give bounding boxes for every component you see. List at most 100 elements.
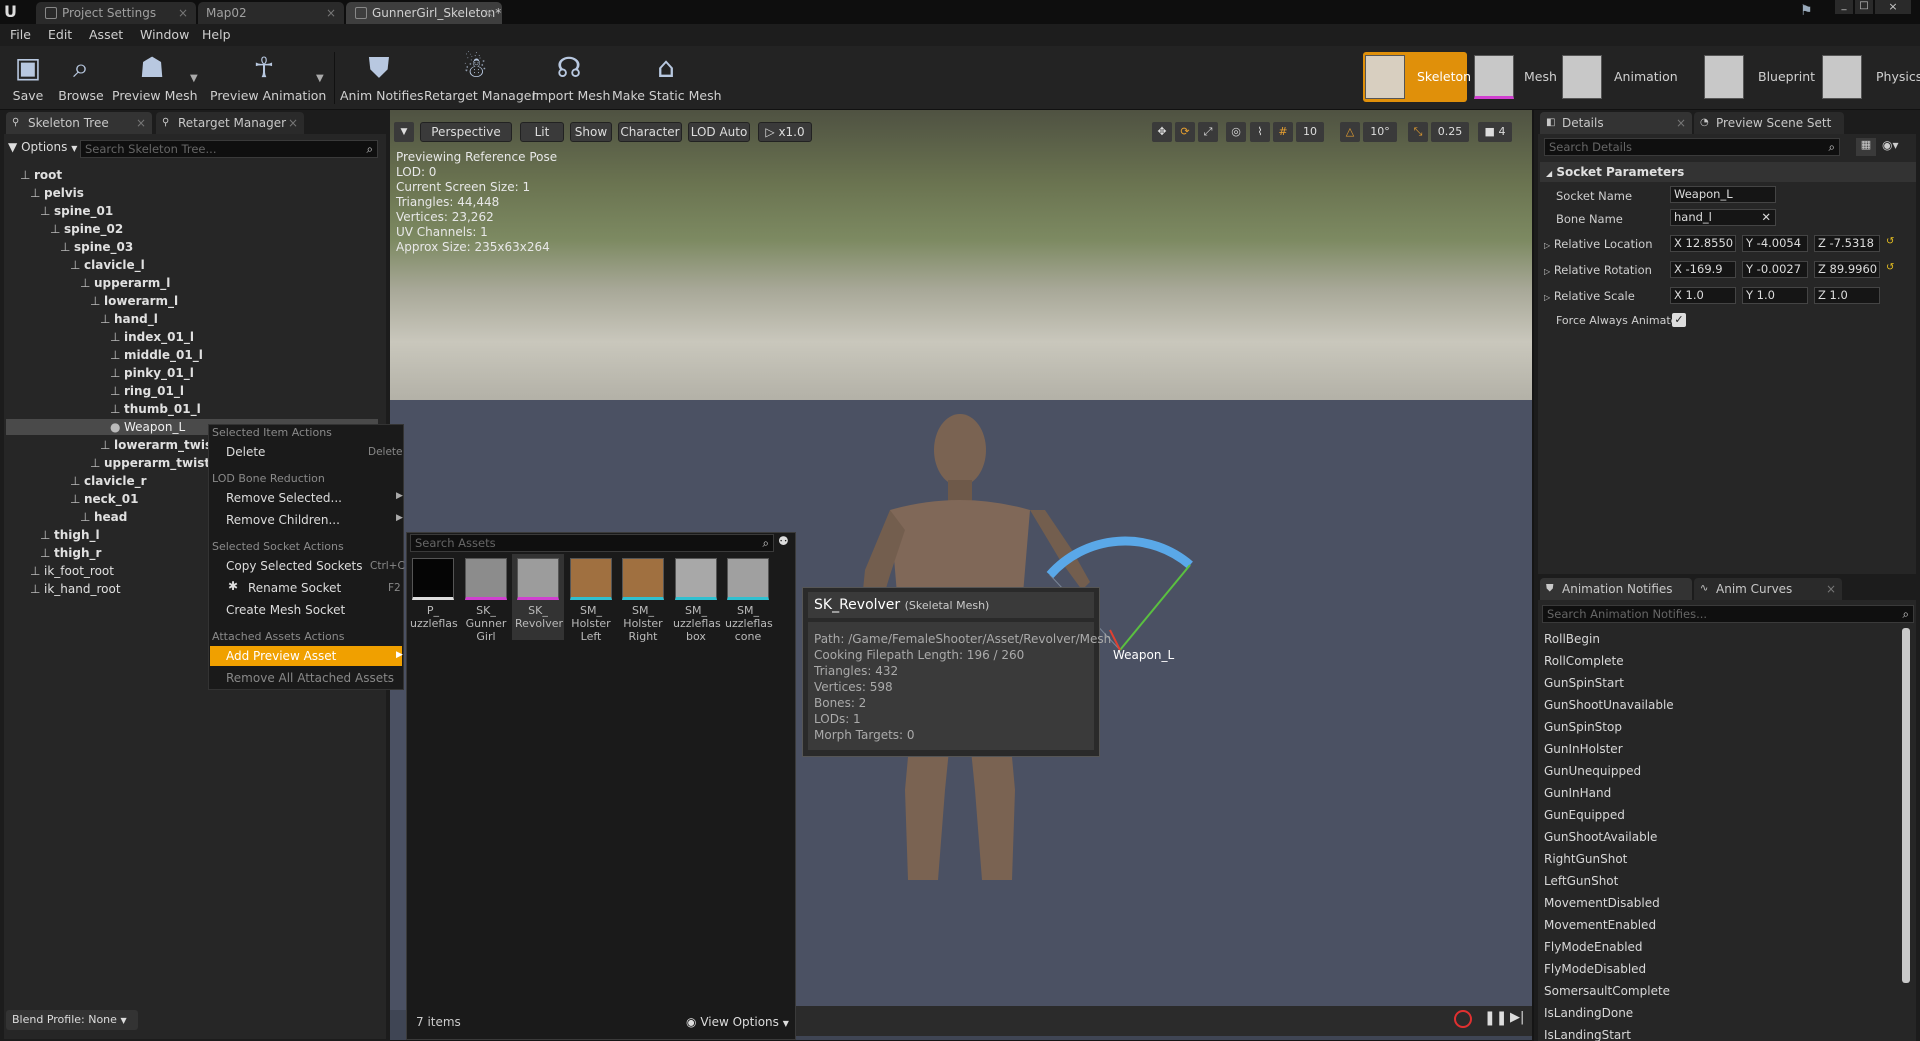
notify-item[interactable]: GunUnequipped <box>1544 764 1641 778</box>
rotation-z-field[interactable]: Z 89.9960 <box>1814 261 1880 278</box>
chevron-down-icon[interactable]: ▼ <box>190 73 198 84</box>
asset-tile[interactable]: P_ uzzleflas <box>410 558 458 630</box>
scale-y-field[interactable]: Y 1.0 <box>1742 287 1808 304</box>
tree-row-spine-01[interactable]: ⊥ spine_01 <box>40 204 113 218</box>
close-icon[interactable]: × <box>484 2 494 24</box>
scrollbar[interactable] <box>1902 628 1910 983</box>
menu-window[interactable]: Window <box>140 27 189 42</box>
notify-item[interactable]: MovementEnabled <box>1544 918 1656 932</box>
tree-row-spine-02[interactable]: ⊥ spine_02 <box>50 222 123 236</box>
notify-item[interactable]: GunInHand <box>1544 786 1611 800</box>
tree-row-upperarm-l[interactable]: ⊥ upperarm_l <box>80 276 170 290</box>
tree-row-head[interactable]: ⊥ head <box>80 510 127 524</box>
close-icon[interactable]: × <box>178 2 188 24</box>
mode-mesh[interactable]: Mesh <box>1472 52 1557 102</box>
notify-item[interactable]: SomersaultComplete <box>1544 984 1670 998</box>
location-y-field[interactable]: Y -4.0054 <box>1742 235 1808 252</box>
menu-item-create-mesh-socket[interactable]: Create Mesh Socket <box>226 603 345 617</box>
tree-row-root[interactable]: ⊥ root <box>20 168 62 182</box>
preview-mesh-button[interactable]: ☗ Preview Mesh <box>112 46 198 110</box>
mode-physics[interactable]: Physics <box>1820 52 1920 102</box>
notify-item[interactable]: GunSpinStart <box>1544 676 1624 690</box>
close-icon[interactable]: × <box>326 2 336 24</box>
notify-item[interactable]: GunEquipped <box>1544 808 1625 822</box>
tree-row-thumb-01-l[interactable]: ⊥ thumb_01_l <box>110 402 201 416</box>
notify-item[interactable]: GunShootUnavailable <box>1544 698 1674 712</box>
asset-tile[interactable]: SM_ Holster Right <box>620 558 666 643</box>
socket-name-field[interactable]: Weapon_L <box>1670 186 1776 203</box>
close-icon[interactable]: × <box>1676 112 1686 134</box>
eye-icon[interactable]: ◉▾ <box>1882 138 1906 156</box>
browse-button[interactable]: ⌕ Browse <box>58 46 104 110</box>
tree-row-lowerarm-twist[interactable]: ⊥ lowerarm_twist_ <box>100 438 224 452</box>
close-icon[interactable]: × <box>1826 578 1836 600</box>
expand-arrow-icon[interactable]: ▷ <box>1544 293 1550 302</box>
reset-icon[interactable]: ↺ <box>1886 236 1894 247</box>
viewport-options-button[interactable]: ▼ <box>394 122 414 142</box>
scale-z-field[interactable]: Z 1.0 <box>1814 287 1880 304</box>
location-z-field[interactable]: Z -7.5318 <box>1814 235 1880 252</box>
unreal-logo-icon[interactable]: U <box>4 2 24 22</box>
skeleton-search-input[interactable]: Search Skeleton Tree... ⌕ <box>80 140 378 158</box>
tree-row-spine-03[interactable]: ⊥ spine_03 <box>60 240 133 254</box>
tree-row-lowerarm-l[interactable]: ⊥ lowerarm_l <box>90 294 178 308</box>
rotation-x-field[interactable]: X -169.9 <box>1670 261 1736 278</box>
asset-search-input[interactable]: Search Assets ⌕ <box>410 534 774 552</box>
user-filter-icon[interactable]: ⚉ <box>778 534 794 552</box>
close-window-button[interactable]: × <box>1875 0 1911 14</box>
tab-preview-scene-settings[interactable]: ◔ Preview Scene Sett <box>1694 112 1844 134</box>
notify-item[interactable]: RollBegin <box>1544 632 1600 646</box>
grid-snap-icon[interactable]: # <box>1273 122 1293 142</box>
tree-row-clavicle-l[interactable]: ⊥ clavicle_l <box>70 258 145 272</box>
tree-row-pelvis[interactable]: ⊥ pelvis <box>30 186 84 200</box>
import-mesh-button[interactable]: ☊ Import Mesh <box>532 46 610 110</box>
anim-notifies-button[interactable]: ⛊ Anim Notifies <box>340 46 424 110</box>
tab-skeleton[interactable]: GunnerGirl_Skeleton* × <box>346 2 502 24</box>
chevron-down-icon[interactable]: ▼ <box>316 73 324 84</box>
pause-button[interactable]: ❚❚ <box>1484 1010 1507 1026</box>
tree-row-ik-hand-root[interactable]: ⊥ ik_hand_root <box>30 582 121 596</box>
menu-item-remove-children[interactable]: Remove Children... <box>226 513 340 527</box>
asset-tile[interactable]: SM_ uzzleflas cone <box>725 558 773 643</box>
asset-tile[interactable]: SK_ Gunner Girl <box>463 558 509 643</box>
tab-project-settings[interactable]: Project Settings × <box>36 2 196 24</box>
menu-item-remove-selected[interactable]: Remove Selected... <box>226 491 342 505</box>
rotation-snap-icon[interactable]: △ <box>1340 122 1360 142</box>
playback-speed-button[interactable]: ▷ x1.0 <box>758 122 812 142</box>
close-icon[interactable]: × <box>288 112 298 134</box>
view-options-button[interactable]: ◉ View Options ▼ <box>686 1015 789 1029</box>
menu-help[interactable]: Help <box>202 27 231 42</box>
force-always-animate-checkbox[interactable]: ✓ <box>1672 313 1686 327</box>
tree-row-thigh-r[interactable]: ⊥ thigh_r <box>40 546 101 560</box>
make-static-mesh-button[interactable]: ⌂ Make Static Mesh <box>612 46 722 110</box>
preview-animation-button[interactable]: ☥ Preview Animation <box>210 46 326 110</box>
notify-item[interactable]: GunShootAvailable <box>1544 830 1657 844</box>
details-search-input[interactable]: Search Details ⌕ <box>1544 138 1840 156</box>
socket-parameters-header[interactable]: ◢ Socket Parameters <box>1540 162 1916 182</box>
bone-name-field[interactable]: hand_l ✕ <box>1670 209 1776 226</box>
blend-profile-dropdown[interactable]: Blend Profile: None ▼ <box>6 1010 138 1030</box>
tree-row-ring-01-l[interactable]: ⊥ ring_01_l <box>110 384 184 398</box>
notify-item[interactable]: IsLandingStart <box>1544 1028 1631 1041</box>
menu-item-copy-sockets[interactable]: Copy Selected Sockets <box>226 559 363 573</box>
notify-item[interactable]: RightGunShot <box>1544 852 1627 866</box>
tree-row-hand-l[interactable]: ⊥ hand_l <box>100 312 158 326</box>
notify-item[interactable]: RollComplete <box>1544 654 1624 668</box>
mode-blueprint[interactable]: Blueprint ▼ <box>1702 52 1815 134</box>
rotation-snap-value[interactable]: 10° <box>1363 122 1397 142</box>
menu-asset[interactable]: Asset <box>89 27 123 42</box>
menu-item-remove-all-attached[interactable]: Remove All Attached Assets <box>226 671 394 685</box>
tree-row-clavicle-r[interactable]: ⊥ clavicle_r <box>70 474 147 488</box>
tree-row-thigh-l[interactable]: ⊥ thigh_l <box>40 528 100 542</box>
scale-icon[interactable]: ⤢ <box>1198 122 1218 142</box>
tree-row-ik-foot-root[interactable]: ⊥ ik_foot_root <box>30 564 114 578</box>
tab-animation-notifies[interactable]: ⛊ Animation Notifies <box>1540 578 1692 600</box>
expand-arrow-icon[interactable]: ▷ <box>1544 241 1550 250</box>
tab-skeleton-tree[interactable]: ⚲ Skeleton Tree × <box>6 112 152 134</box>
tree-row-middle-01-l[interactable]: ⊥ middle_01_l <box>110 348 203 362</box>
notify-item[interactable]: MovementDisabled <box>1544 896 1660 910</box>
surface-snap-icon[interactable]: ⌇ <box>1250 122 1270 142</box>
tree-row-index-01-l[interactable]: ⊥ index_01_l <box>110 330 194 344</box>
save-button[interactable]: ▣ Save <box>8 46 48 110</box>
record-button[interactable] <box>1454 1010 1472 1028</box>
